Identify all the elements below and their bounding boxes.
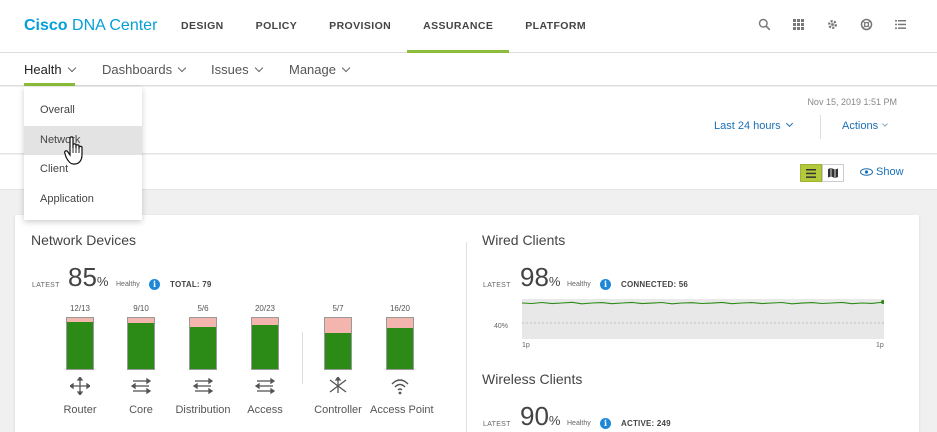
wired-health-score: 98% <box>520 262 561 292</box>
device-ratio: 5/6 <box>197 304 209 313</box>
nav-provision[interactable]: PROVISION <box>313 0 407 53</box>
chevron-down-icon <box>341 63 351 73</box>
wireless-clients-title[interactable]: Wireless Clients <box>482 371 582 387</box>
controller-icon <box>329 377 347 393</box>
chevron-down-icon <box>882 121 888 127</box>
nav-platform[interactable]: PLATFORM <box>509 0 602 53</box>
healthy-label: Healthy <box>567 281 591 288</box>
unhealthy-segment <box>67 318 93 322</box>
app-logo[interactable]: Cisco DNA Center <box>24 17 157 35</box>
tab-issues[interactable]: Issues <box>211 53 263 86</box>
wired-trend-chart <box>522 299 884 339</box>
health-bar <box>127 317 155 370</box>
unhealthy-segment <box>387 318 413 329</box>
divider <box>820 115 821 139</box>
device-label: Router <box>63 404 97 416</box>
menu-item-application[interactable]: Application <box>24 185 142 215</box>
wireless-active: ACTIVE: 249 <box>621 419 671 428</box>
wireless-health-score: 90% <box>520 401 561 431</box>
wired-clients-title[interactable]: Wired Clients <box>482 232 565 248</box>
health-bar <box>66 317 94 370</box>
network-devices-title[interactable]: Network Devices <box>31 232 136 248</box>
hand-cursor-icon <box>64 136 83 165</box>
search-icon[interactable] <box>758 18 771 31</box>
health-summary-card: Network Devices LATEST 85% Healthy i TOT… <box>15 215 919 432</box>
device-ratio: 16/20 <box>389 304 411 313</box>
device-ratio: 9/10 <box>133 304 149 313</box>
nav-design[interactable]: DESIGN <box>165 0 240 53</box>
info-icon[interactable]: i <box>600 279 611 290</box>
unhealthy-segment <box>190 318 216 327</box>
network-health-score: 85% <box>68 262 109 292</box>
health-bar <box>251 317 279 370</box>
menu-list-icon[interactable] <box>894 18 907 31</box>
top-icons <box>758 18 907 31</box>
unhealthy-segment <box>252 318 278 325</box>
actions-menu[interactable]: Actions <box>842 120 888 132</box>
top-nav: DESIGN POLICY PROVISION ASSURANCE PLATFO… <box>165 0 602 53</box>
chevron-down-icon <box>67 63 76 73</box>
time-range-select[interactable]: Last 24 hours <box>714 119 793 132</box>
view-toggle <box>800 164 844 182</box>
nav-assurance[interactable]: ASSURANCE <box>407 0 510 53</box>
tab-dashboards[interactable]: Dashboards <box>102 53 187 86</box>
chevron-down-icon <box>254 63 263 73</box>
info-icon[interactable]: i <box>149 279 160 290</box>
trend-x-start: 1p <box>522 342 530 349</box>
device-label: Access <box>247 404 283 416</box>
nav-policy[interactable]: POLICY <box>240 0 314 53</box>
info-icon[interactable]: i <box>600 418 611 429</box>
device-label: Core <box>129 404 153 416</box>
health-bar <box>324 317 352 370</box>
latest-label: LATEST <box>32 282 60 289</box>
gear-icon[interactable] <box>826 18 839 31</box>
network-total: TOTAL: 79 <box>170 280 212 289</box>
healthy-label: Healthy <box>116 281 140 288</box>
access-switch-icon <box>255 377 275 395</box>
device-ratio: 12/13 <box>69 304 91 313</box>
menu-item-overall[interactable]: Overall <box>24 96 142 126</box>
unhealthy-segment <box>128 318 154 324</box>
show-link[interactable]: Show <box>860 166 904 178</box>
sub-nav: Health Dashboards Issues Manage <box>0 53 937 86</box>
top-bar: Cisco DNA Center DESIGN POLICY PROVISION… <box>0 0 937 53</box>
access-point-icon <box>391 379 409 395</box>
tab-manage[interactable]: Manage <box>289 53 351 86</box>
tab-health[interactable]: Health <box>24 53 76 86</box>
device-ratio: 20/23 <box>254 304 276 313</box>
device-label: Access Point <box>370 404 434 416</box>
timestamp: Nov 15, 2019 1:51 PM <box>807 97 897 107</box>
help-icon[interactable] <box>860 18 873 31</box>
divider <box>302 332 303 384</box>
chevron-down-icon <box>785 119 793 128</box>
apps-grid-icon[interactable] <box>792 18 805 31</box>
health-bar <box>189 317 217 370</box>
healthy-label: Healthy <box>567 420 591 427</box>
trend-y-label: 40% <box>494 323 509 330</box>
device-ratio: 5/7 <box>332 304 344 313</box>
unhealthy-segment <box>325 318 351 333</box>
trend-x-end: 1p <box>876 342 884 349</box>
chevron-down-icon <box>177 63 187 73</box>
map-view-icon[interactable] <box>822 164 844 182</box>
core-switch-icon <box>131 377 151 395</box>
latest-label: LATEST <box>483 421 511 428</box>
trend-area <box>522 299 884 339</box>
wired-connected: CONNECTED: 56 <box>621 280 689 289</box>
divider <box>466 242 467 432</box>
list-view-icon[interactable] <box>800 164 822 182</box>
latest-label: LATEST <box>483 282 511 289</box>
router-icon <box>70 377 90 395</box>
distribution-switch-icon <box>193 377 213 395</box>
health-bar <box>386 317 414 370</box>
device-label: Controller <box>314 404 362 416</box>
device-label: Distribution <box>175 404 231 416</box>
eye-icon <box>860 168 873 176</box>
